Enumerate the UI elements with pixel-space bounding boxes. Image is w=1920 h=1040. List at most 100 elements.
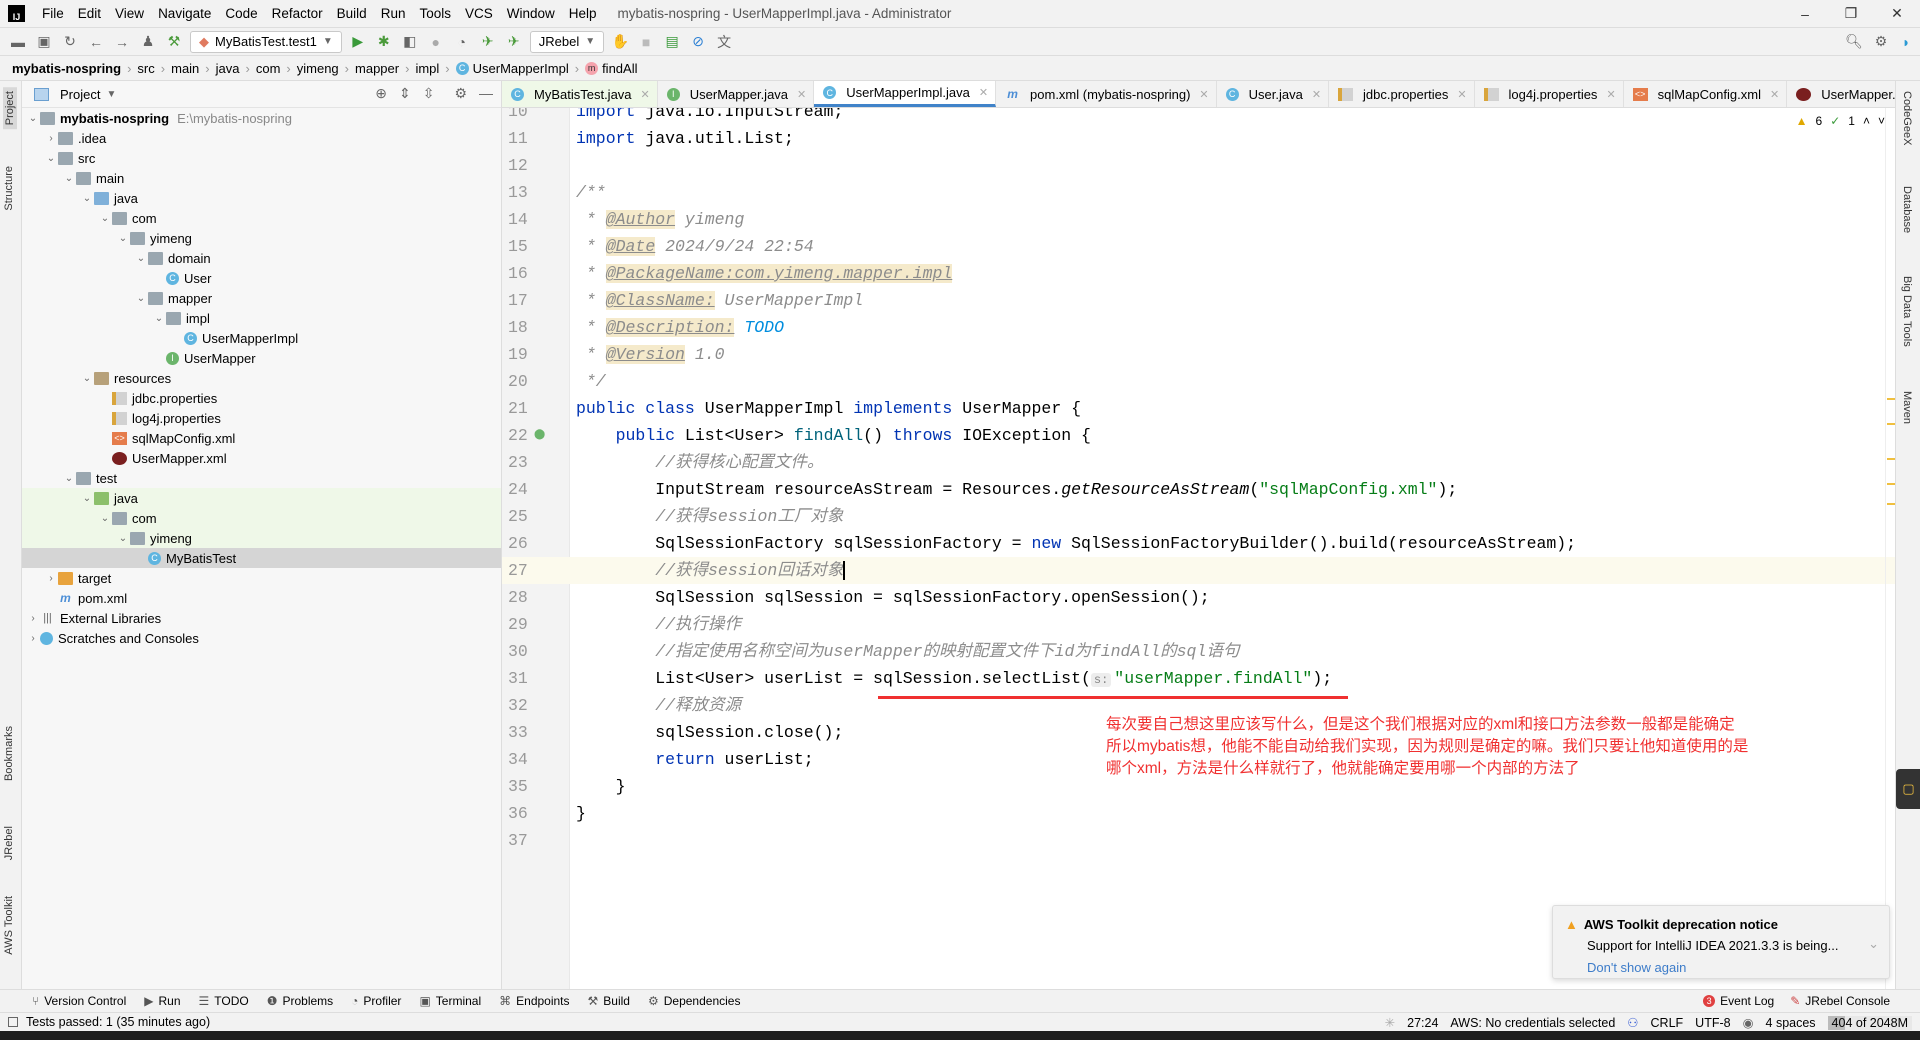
close-button[interactable]: ✕	[1874, 0, 1920, 27]
menu-file[interactable]: File	[35, 6, 71, 21]
tree-item[interactable]: ⌄ yimeng	[22, 528, 501, 548]
tree-item[interactable]: ⌄ resources	[22, 368, 501, 388]
breadcrumb-item[interactable]: main	[171, 61, 199, 76]
next-highlight-icon[interactable]: ˅	[1878, 114, 1885, 128]
chevron-down-icon[interactable]: ⌄	[152, 313, 166, 324]
jrebel-debug-icon[interactable]: ✈	[504, 32, 524, 52]
editor-scrollbar[interactable]	[1885, 108, 1897, 989]
tool-todo[interactable]: ☰ TODO	[199, 994, 249, 1008]
close-tab-icon[interactable]: ✕	[641, 88, 650, 101]
menu-vcs[interactable]: VCS	[458, 6, 500, 21]
line-separator[interactable]: CRLF	[1651, 1016, 1684, 1030]
tree-item[interactable]: › target	[22, 568, 501, 588]
inspector-icon[interactable]: ◉	[1743, 1015, 1754, 1030]
editor-tab[interactable]: jdbc.properties ✕	[1329, 81, 1475, 107]
tool-dependencies[interactable]: ⚙ Dependencies	[648, 994, 741, 1008]
caret-position[interactable]: 27:24	[1407, 1016, 1438, 1030]
tree-item[interactable]: ⌄ main	[22, 168, 501, 188]
tool-terminal[interactable]: ▣ Terminal	[419, 994, 481, 1008]
chevron-down-icon[interactable]: ⌄	[80, 493, 94, 504]
open-icon[interactable]: ▬	[8, 32, 28, 52]
tree-item[interactable]: ⌄ com	[22, 208, 501, 228]
close-tab-icon[interactable]: ✕	[797, 88, 806, 101]
breadcrumb-item[interactable]: mybatis-nospring	[12, 61, 121, 76]
breadcrumb-item[interactable]: yimeng	[297, 61, 339, 76]
tree-item[interactable]: C UserMapperImpl	[22, 328, 501, 348]
gear-icon[interactable]: ⚙	[454, 85, 467, 102]
chevron-down-icon[interactable]: ▼	[106, 89, 116, 100]
tree-item[interactable]: ⌄ com	[22, 508, 501, 528]
plugin-icon[interactable]: ▢	[1896, 769, 1920, 809]
hide-icon[interactable]: —	[479, 85, 493, 102]
chevron-down-icon[interactable]: ⌄	[44, 153, 58, 164]
tool-run[interactable]: ▶ Run	[144, 994, 180, 1008]
breadcrumb-item[interactable]: src	[137, 61, 154, 76]
code-editor[interactable]: 10 import java.io.InputStream; 11 import ja…	[502, 108, 1895, 989]
close-tab-icon[interactable]: ✕	[1457, 88, 1466, 101]
tree-item[interactable]: ⌄ src	[22, 148, 501, 168]
menu-view[interactable]: View	[108, 6, 151, 21]
tool-profiler[interactable]: ◔ Profiler	[351, 994, 401, 1008]
sync-icon[interactable]: ↻	[60, 32, 80, 52]
stripe-big-data-tools[interactable]: Big Data Tools	[1901, 276, 1913, 347]
vcs-user-icon[interactable]: ♟	[138, 32, 158, 52]
jrebel-console-button[interactable]: ✎ JRebel Console	[1790, 994, 1890, 1008]
breadcrumb-item[interactable]: C UserMapperImpl	[455, 61, 569, 76]
back-icon[interactable]: ←	[86, 32, 106, 52]
chevron-down-icon[interactable]: ⌄	[116, 533, 130, 544]
chevron-right-icon[interactable]: ›	[44, 133, 58, 144]
minimize-button[interactable]: –	[1782, 0, 1828, 27]
tool-problems[interactable]: ❶ Problems	[267, 994, 333, 1008]
tree-item[interactable]: ⌄ impl	[22, 308, 501, 328]
tool-version-control[interactable]: ⑂ Version Control	[32, 994, 126, 1008]
jrebel-run-icon[interactable]: ✈	[478, 32, 498, 52]
restore-button[interactable]: ❐	[1828, 0, 1874, 27]
close-tab-icon[interactable]: ✕	[1312, 88, 1321, 101]
dont-show-again-link[interactable]: Don't show again	[1587, 960, 1686, 975]
editor-tab[interactable]: I UserMapper.java ✕	[658, 81, 815, 107]
tree-item[interactable]: ⌄ test	[22, 468, 501, 488]
tree-item[interactable]: ⌄ domain	[22, 248, 501, 268]
editor-tab[interactable]: log4j.properties ✕	[1475, 81, 1624, 107]
tree-item[interactable]: log4j.properties	[22, 408, 501, 428]
editor-tab[interactable]: m pom.xml (mybatis-nospring) ✕	[996, 81, 1217, 107]
forward-icon[interactable]: →	[112, 32, 132, 52]
locate-icon[interactable]: ⊕	[375, 85, 387, 102]
chevron-down-icon[interactable]: ⌄	[134, 253, 148, 264]
breadcrumb-item[interactable]: java	[216, 61, 240, 76]
run-more-icon[interactable]: ◔	[452, 32, 472, 52]
plugin-status-icon[interactable]: ⚇	[1627, 1015, 1638, 1030]
profile-icon[interactable]: ●	[426, 32, 446, 52]
expand-chevron-icon[interactable]: ⌄	[1868, 936, 1879, 952]
menu-refactor[interactable]: Refactor	[265, 6, 330, 21]
chevron-down-icon[interactable]: ⌄	[62, 473, 76, 484]
chevron-down-icon[interactable]: ⌄	[62, 173, 76, 184]
tree-item[interactable]: C MyBatisTest	[22, 548, 501, 568]
tree-item[interactable]: › ||| External Libraries	[22, 608, 501, 628]
tool-build[interactable]: ⚒ Build	[588, 994, 630, 1008]
tree-item[interactable]: UserMapper.xml	[22, 448, 501, 468]
stripe-jrebel[interactable]: JRebel	[3, 826, 15, 860]
stripe-project[interactable]: Project	[3, 87, 17, 130]
editor-tab[interactable]: C User.java ✕	[1217, 81, 1330, 107]
inspection-widget[interactable]: ▲ 6 ✓ 1 ˄ ˅	[1796, 114, 1885, 128]
tree-item[interactable]: › .idea	[22, 128, 501, 148]
menu-window[interactable]: Window	[500, 6, 562, 21]
tree-item[interactable]: C User	[22, 268, 501, 288]
chevron-down-icon[interactable]: ⌄	[98, 213, 112, 224]
menu-run[interactable]: Run	[374, 6, 413, 21]
run-icon[interactable]: ▶	[348, 32, 368, 52]
translate-icon[interactable]: 文	[714, 32, 734, 52]
aws-credentials[interactable]: AWS: No credentials selected	[1450, 1016, 1615, 1030]
menu-code[interactable]: Code	[218, 6, 264, 21]
stop-icon[interactable]: ■	[636, 32, 656, 52]
menu-build[interactable]: Build	[330, 6, 374, 21]
tree-item[interactable]: m pom.xml	[22, 588, 501, 608]
disable-icon[interactable]: ⊘	[688, 32, 708, 52]
settings-gear-icon[interactable]: ⚙	[1871, 32, 1891, 52]
tree-item[interactable]: ⌄ mybatis-nospring E:\mybatis-nospring	[22, 108, 501, 128]
close-tab-icon[interactable]: ✕	[1199, 88, 1208, 101]
event-log-button[interactable]: 3 Event Log	[1703, 994, 1774, 1008]
tree-item[interactable]: ⌄ java	[22, 188, 501, 208]
breadcrumb-item[interactable]: mapper	[355, 61, 399, 76]
